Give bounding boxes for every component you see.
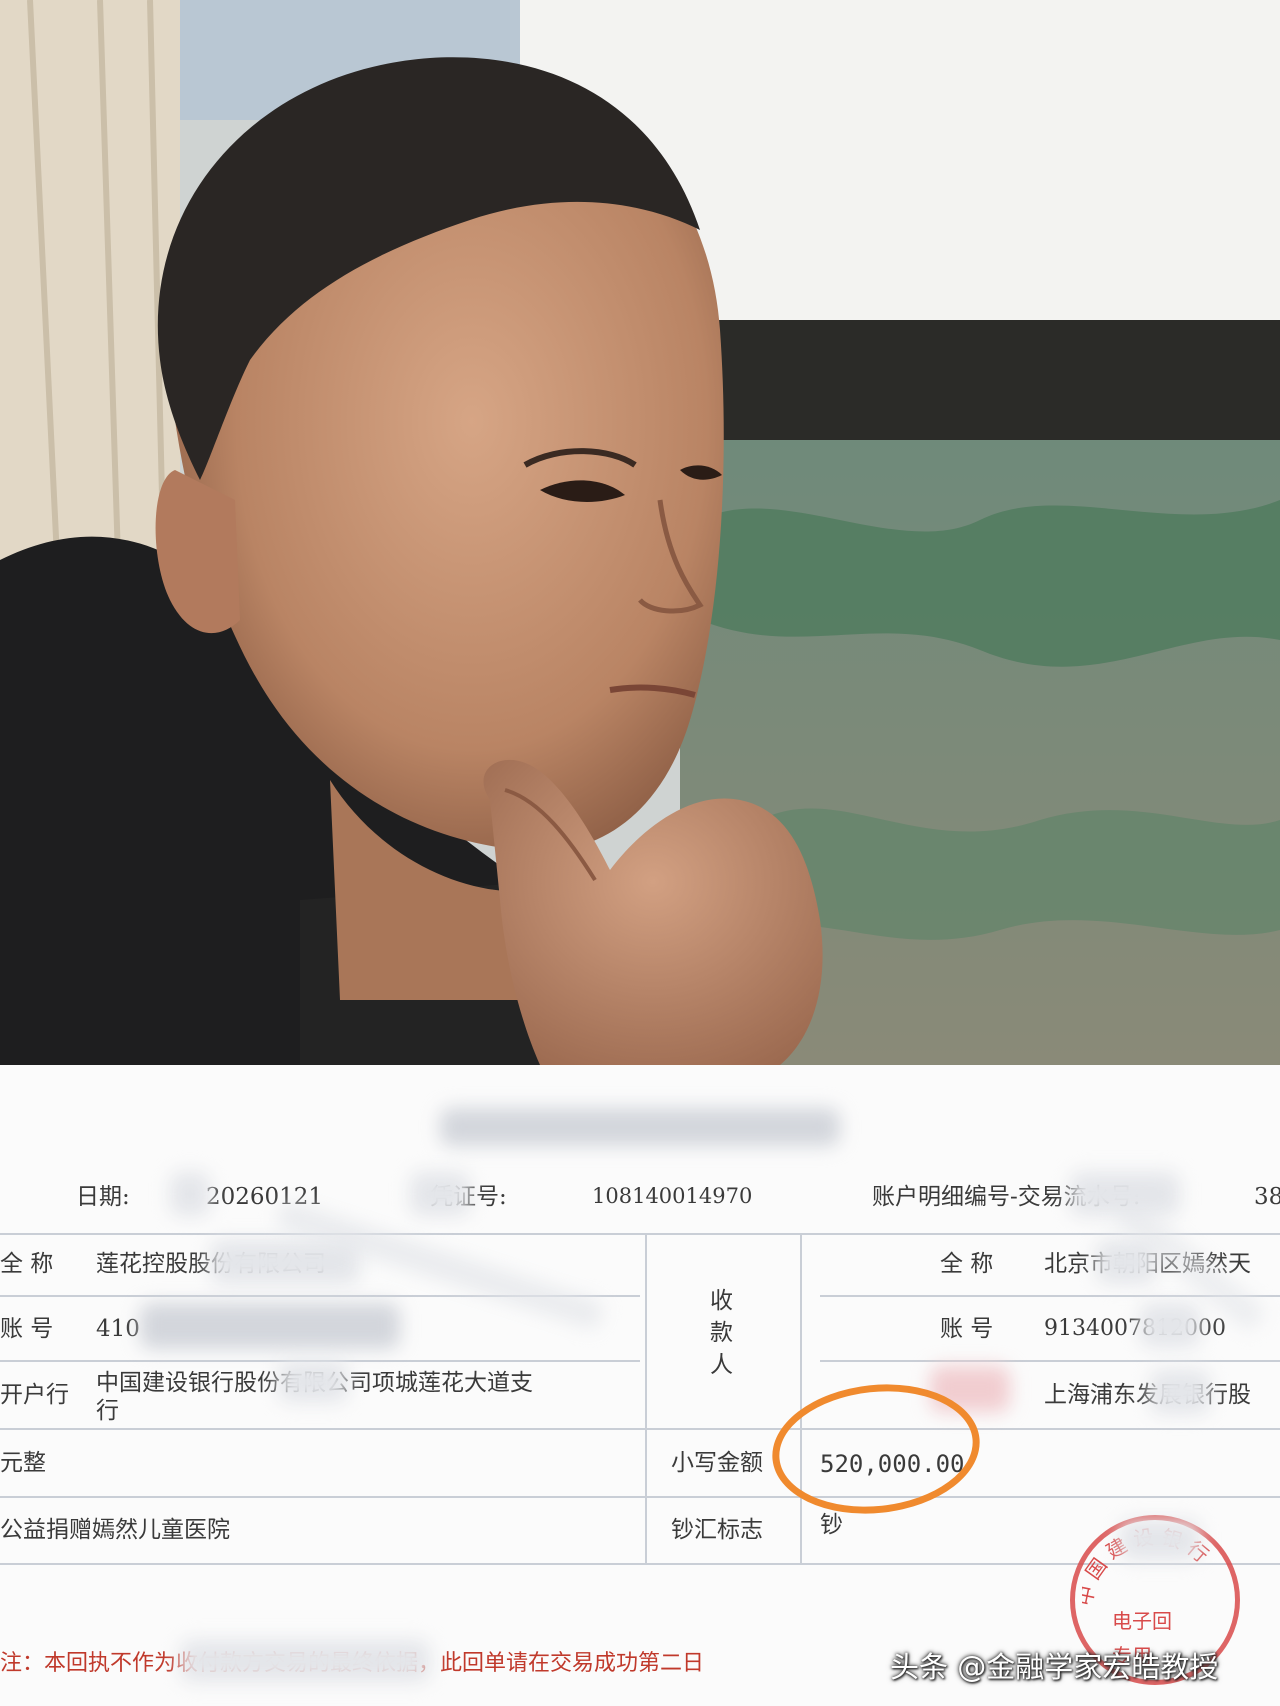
detail-value: 38	[1254, 1184, 1280, 1210]
table-line	[0, 1428, 1280, 1430]
redaction-blur	[180, 1640, 430, 1682]
seal-text: 电子回	[1112, 1609, 1172, 1633]
small-amount-label: 小写金额	[671, 1450, 763, 1476]
redaction-blur	[410, 1172, 470, 1216]
table-line	[800, 1233, 802, 1563]
purpose-value: 公益捐赠嫣然儿童医院	[0, 1517, 230, 1543]
table-line	[0, 1496, 1280, 1498]
redaction-blur	[1150, 1370, 1210, 1414]
cash-flag-label: 钞汇标志	[671, 1517, 763, 1543]
table-line	[0, 1233, 1280, 1235]
date-label: 日期:	[76, 1184, 130, 1210]
payer-bank-value-line2: 行	[96, 1398, 119, 1424]
payer-account-value: 410	[96, 1316, 140, 1342]
redaction-blur	[1120, 1520, 1200, 1560]
redaction-blur	[278, 1362, 348, 1402]
table-line	[645, 1233, 647, 1563]
cash-flag-value: 钞	[820, 1512, 843, 1538]
portrait-illustration	[0, 0, 1280, 1065]
payer-name-label: 全 称	[0, 1251, 54, 1277]
redaction-blur	[1140, 1303, 1200, 1347]
watermark: 头条 @金融学家宏皓教授	[890, 1650, 1219, 1684]
payee-label-char: 人	[710, 1352, 733, 1378]
voucher-value: 108140014970	[592, 1184, 753, 1208]
portrait-photo	[0, 0, 1280, 1065]
redacted-title	[440, 1108, 840, 1146]
payee-account-label: 账 号	[940, 1316, 994, 1342]
payer-bank-label: 开户行	[0, 1382, 69, 1408]
payee-label-char: 收	[710, 1288, 733, 1314]
payee-bank-value: 上海浦东发展银行股	[1044, 1382, 1251, 1408]
table-line	[820, 1360, 1280, 1362]
payee-name-label: 全 称	[940, 1251, 994, 1277]
payer-account-label: 账 号	[0, 1316, 54, 1342]
redaction-blur	[170, 1172, 210, 1216]
amount-words-label: 元整	[0, 1450, 46, 1476]
redaction-blur	[140, 1303, 400, 1349]
payee-label-char: 款	[710, 1320, 733, 1346]
